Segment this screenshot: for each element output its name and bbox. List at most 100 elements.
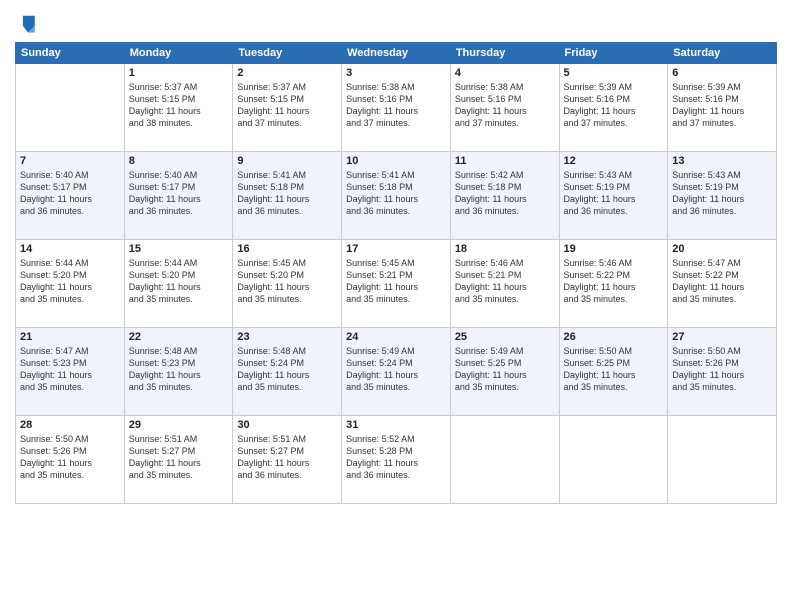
day-number: 31 — [346, 419, 446, 431]
day-content: Sunrise: 5:45 AM Sunset: 5:21 PM Dayligh… — [346, 257, 446, 306]
day-number: 27 — [672, 331, 772, 343]
calendar-container: SundayMondayTuesdayWednesdayThursdayFrid… — [0, 0, 792, 612]
logo — [15, 14, 39, 36]
day-content: Sunrise: 5:48 AM Sunset: 5:23 PM Dayligh… — [129, 345, 229, 394]
day-number: 3 — [346, 67, 446, 79]
day-number: 14 — [20, 243, 120, 255]
day-header-monday: Monday — [124, 43, 233, 64]
day-content: Sunrise: 5:47 AM Sunset: 5:23 PM Dayligh… — [20, 345, 120, 394]
day-header-saturday: Saturday — [668, 43, 777, 64]
day-content: Sunrise: 5:45 AM Sunset: 5:20 PM Dayligh… — [237, 257, 337, 306]
day-content: Sunrise: 5:41 AM Sunset: 5:18 PM Dayligh… — [346, 169, 446, 218]
day-content: Sunrise: 5:47 AM Sunset: 5:22 PM Dayligh… — [672, 257, 772, 306]
day-number: 11 — [455, 155, 555, 167]
day-number: 22 — [129, 331, 229, 343]
day-content: Sunrise: 5:39 AM Sunset: 5:16 PM Dayligh… — [672, 81, 772, 130]
calendar-cell: 4Sunrise: 5:38 AM Sunset: 5:16 PM Daylig… — [450, 64, 559, 152]
calendar-cell: 15 Sunrise: 5:44 AM Sunset: 5:20 PM Dayli… — [124, 240, 233, 328]
calendar-cell — [16, 64, 125, 152]
day-content: Sunrise: 5:43 AM Sunset: 5:19 PM Dayligh… — [564, 169, 664, 218]
day-content: Sunrise: 5:46 AM Sunset: 5:22 PM Dayligh… — [564, 257, 664, 306]
calendar-cell: 22 Sunrise: 5:48 AM Sunset: 5:23 PM Dayli… — [124, 328, 233, 416]
calendar-cell — [450, 416, 559, 504]
calendar-cell: 19 Sunrise: 5:46 AM Sunset: 5:22 PM Dayli… — [559, 240, 668, 328]
day-number: 17 — [346, 243, 446, 255]
calendar-cell: 13 Sunrise: 5:43 AM Sunset: 5:19 PM Dayli… — [668, 152, 777, 240]
day-header-tuesday: Tuesday — [233, 43, 342, 64]
day-number: 9 — [237, 155, 337, 167]
day-content: Sunrise: 5:44 AM Sunset: 5:20 PM Dayligh… — [20, 257, 120, 306]
day-number: 13 — [672, 155, 772, 167]
day-content: Sunrise: 5:39 AM Sunset: 5:16 PM Dayligh… — [564, 81, 664, 130]
calendar-cell — [668, 416, 777, 504]
day-number: 6 — [672, 67, 772, 79]
day-number: 15 — [129, 243, 229, 255]
calendar-cell: 5 Sunrise: 5:39 AM Sunset: 5:16 PM Daylig… — [559, 64, 668, 152]
calendar-cell: 24 Sunrise: 5:49 AM Sunset: 5:24 PM Dayli… — [342, 328, 451, 416]
week-row-1: 1 Sunrise: 5:37 AM Sunset: 5:15 PM Daylig… — [16, 64, 777, 152]
calendar-cell: 17 Sunrise: 5:45 AM Sunset: 5:21 PM Dayli… — [342, 240, 451, 328]
calendar-table: SundayMondayTuesdayWednesdayThursdayFrid… — [15, 42, 777, 504]
day-number: 18 — [455, 243, 555, 255]
calendar-cell: 26Sunrise: 5:50 AM Sunset: 5:25 PM Dayli… — [559, 328, 668, 416]
day-content: Sunrise: 5:48 AM Sunset: 5:24 PM Dayligh… — [237, 345, 337, 394]
calendar-cell: 27 Sunrise: 5:50 AM Sunset: 5:26 PM Dayli… — [668, 328, 777, 416]
calendar-cell: 23 Sunrise: 5:48 AM Sunset: 5:24 PM Dayli… — [233, 328, 342, 416]
day-number: 30 — [237, 419, 337, 431]
day-number: 12 — [564, 155, 664, 167]
day-content: Sunrise: 5:49 AM Sunset: 5:24 PM Dayligh… — [346, 345, 446, 394]
calendar-cell: 18 Sunrise: 5:46 AM Sunset: 5:21 PM Dayli… — [450, 240, 559, 328]
day-content: Sunrise: 5:37 AM Sunset: 5:15 PM Dayligh… — [237, 81, 337, 130]
calendar-cell: 10 Sunrise: 5:41 AM Sunset: 5:18 PM Dayli… — [342, 152, 451, 240]
day-number: 19 — [564, 243, 664, 255]
week-row-2: 7 Sunrise: 5:40 AM Sunset: 5:17 PM Daylig… — [16, 152, 777, 240]
calendar-cell: 25 Sunrise: 5:49 AM Sunset: 5:25 PM Dayli… — [450, 328, 559, 416]
day-content: Sunrise: 5:44 AM Sunset: 5:20 PM Dayligh… — [129, 257, 229, 306]
day-content: Sunrise: 5:46 AM Sunset: 5:21 PM Dayligh… — [455, 257, 555, 306]
day-number: 1 — [129, 67, 229, 79]
day-number: 24 — [346, 331, 446, 343]
calendar-cell: 14 Sunrise: 5:44 AM Sunset: 5:20 PM Dayli… — [16, 240, 125, 328]
calendar-cell: 28Sunrise: 5:50 AM Sunset: 5:26 PM Dayli… — [16, 416, 125, 504]
day-content: Sunrise: 5:49 AM Sunset: 5:25 PM Dayligh… — [455, 345, 555, 394]
day-content: Sunrise: 5:40 AM Sunset: 5:17 PM Dayligh… — [20, 169, 120, 218]
calendar-cell: 6 Sunrise: 5:39 AM Sunset: 5:16 PM Daylig… — [668, 64, 777, 152]
header-area — [15, 10, 777, 36]
calendar-cell: 21 Sunrise: 5:47 AM Sunset: 5:23 PM Dayli… — [16, 328, 125, 416]
day-content: Sunrise: 5:42 AM Sunset: 5:18 PM Dayligh… — [455, 169, 555, 218]
day-number: 5 — [564, 67, 664, 79]
day-number: 26 — [564, 331, 664, 343]
day-number: 2 — [237, 67, 337, 79]
calendar-cell: 8Sunrise: 5:40 AM Sunset: 5:17 PM Daylig… — [124, 152, 233, 240]
day-content: Sunrise: 5:50 AM Sunset: 5:26 PM Dayligh… — [672, 345, 772, 394]
day-number: 20 — [672, 243, 772, 255]
calendar-cell: 2 Sunrise: 5:37 AM Sunset: 5:15 PM Daylig… — [233, 64, 342, 152]
calendar-cell: 29Sunrise: 5:51 AM Sunset: 5:27 PM Dayli… — [124, 416, 233, 504]
day-header-thursday: Thursday — [450, 43, 559, 64]
day-number: 21 — [20, 331, 120, 343]
day-content: Sunrise: 5:41 AM Sunset: 5:18 PM Dayligh… — [237, 169, 337, 218]
day-number: 10 — [346, 155, 446, 167]
day-header-wednesday: Wednesday — [342, 43, 451, 64]
day-number: 25 — [455, 331, 555, 343]
day-number: 7 — [20, 155, 120, 167]
day-content: Sunrise: 5:40 AM Sunset: 5:17 PM Dayligh… — [129, 169, 229, 218]
day-number: 16 — [237, 243, 337, 255]
calendar-cell: 20 Sunrise: 5:47 AM Sunset: 5:22 PM Dayli… — [668, 240, 777, 328]
calendar-cell — [559, 416, 668, 504]
calendar-cell: 12 Sunrise: 5:43 AM Sunset: 5:19 PM Dayli… — [559, 152, 668, 240]
day-header-sunday: Sunday — [16, 43, 125, 64]
day-content: Sunrise: 5:43 AM Sunset: 5:19 PM Dayligh… — [672, 169, 772, 218]
day-content: Sunrise: 5:38 AM Sunset: 5:16 PM Dayligh… — [455, 81, 555, 130]
day-content: Sunrise: 5:51 AM Sunset: 5:27 PM Dayligh… — [237, 433, 337, 482]
week-row-3: 14 Sunrise: 5:44 AM Sunset: 5:20 PM Dayli… — [16, 240, 777, 328]
calendar-cell: 16 Sunrise: 5:45 AM Sunset: 5:20 PM Dayli… — [233, 240, 342, 328]
day-number: 29 — [129, 419, 229, 431]
day-content: Sunrise: 5:38 AM Sunset: 5:16 PM Dayligh… — [346, 81, 446, 130]
calendar-cell: 3 Sunrise: 5:38 AM Sunset: 5:16 PM Daylig… — [342, 64, 451, 152]
day-content: Sunrise: 5:52 AM Sunset: 5:28 PM Dayligh… — [346, 433, 446, 482]
day-number: 23 — [237, 331, 337, 343]
day-content: Sunrise: 5:37 AM Sunset: 5:15 PM Dayligh… — [129, 81, 229, 130]
week-row-5: 28Sunrise: 5:50 AM Sunset: 5:26 PM Dayli… — [16, 416, 777, 504]
logo-icon — [19, 14, 37, 36]
